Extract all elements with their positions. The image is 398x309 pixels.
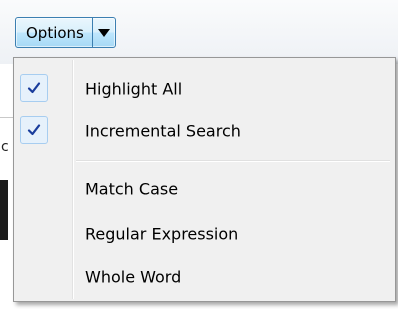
menu-item-match-case[interactable]: Match Case	[16, 171, 393, 207]
options-button[interactable]: Options	[16, 18, 92, 47]
options-dropdown-menu: Highlight All Incremental Search Match C…	[13, 57, 396, 302]
options-button-label: Options	[26, 23, 84, 42]
menu-item-label: Incremental Search	[85, 121, 241, 141]
menu-item-label: Whole Word	[85, 267, 182, 287]
menu-item-regular-expression[interactable]: Regular Expression	[16, 216, 393, 252]
menu-item-whole-word[interactable]: Whole Word	[16, 259, 393, 295]
menu-item-label: Highlight All	[85, 79, 183, 99]
menu-item-label: Regular Expression	[85, 224, 239, 244]
menu-item-highlight-all[interactable]: Highlight All	[16, 71, 393, 107]
menu-separator	[76, 160, 390, 162]
menu-item-incremental-search[interactable]: Incremental Search	[16, 113, 393, 149]
checkmark-icon	[27, 124, 41, 136]
background-dark-edge	[0, 180, 8, 240]
checkmark-icon	[27, 82, 41, 94]
check-indicator	[20, 116, 48, 144]
options-dropdown-arrow[interactable]	[93, 18, 115, 47]
check-indicator	[20, 74, 48, 102]
chevron-down-icon	[97, 28, 110, 37]
background-partial-text: c	[1, 139, 9, 155]
menu-item-label: Match Case	[85, 179, 179, 199]
options-split-button[interactable]: Options	[15, 17, 116, 48]
